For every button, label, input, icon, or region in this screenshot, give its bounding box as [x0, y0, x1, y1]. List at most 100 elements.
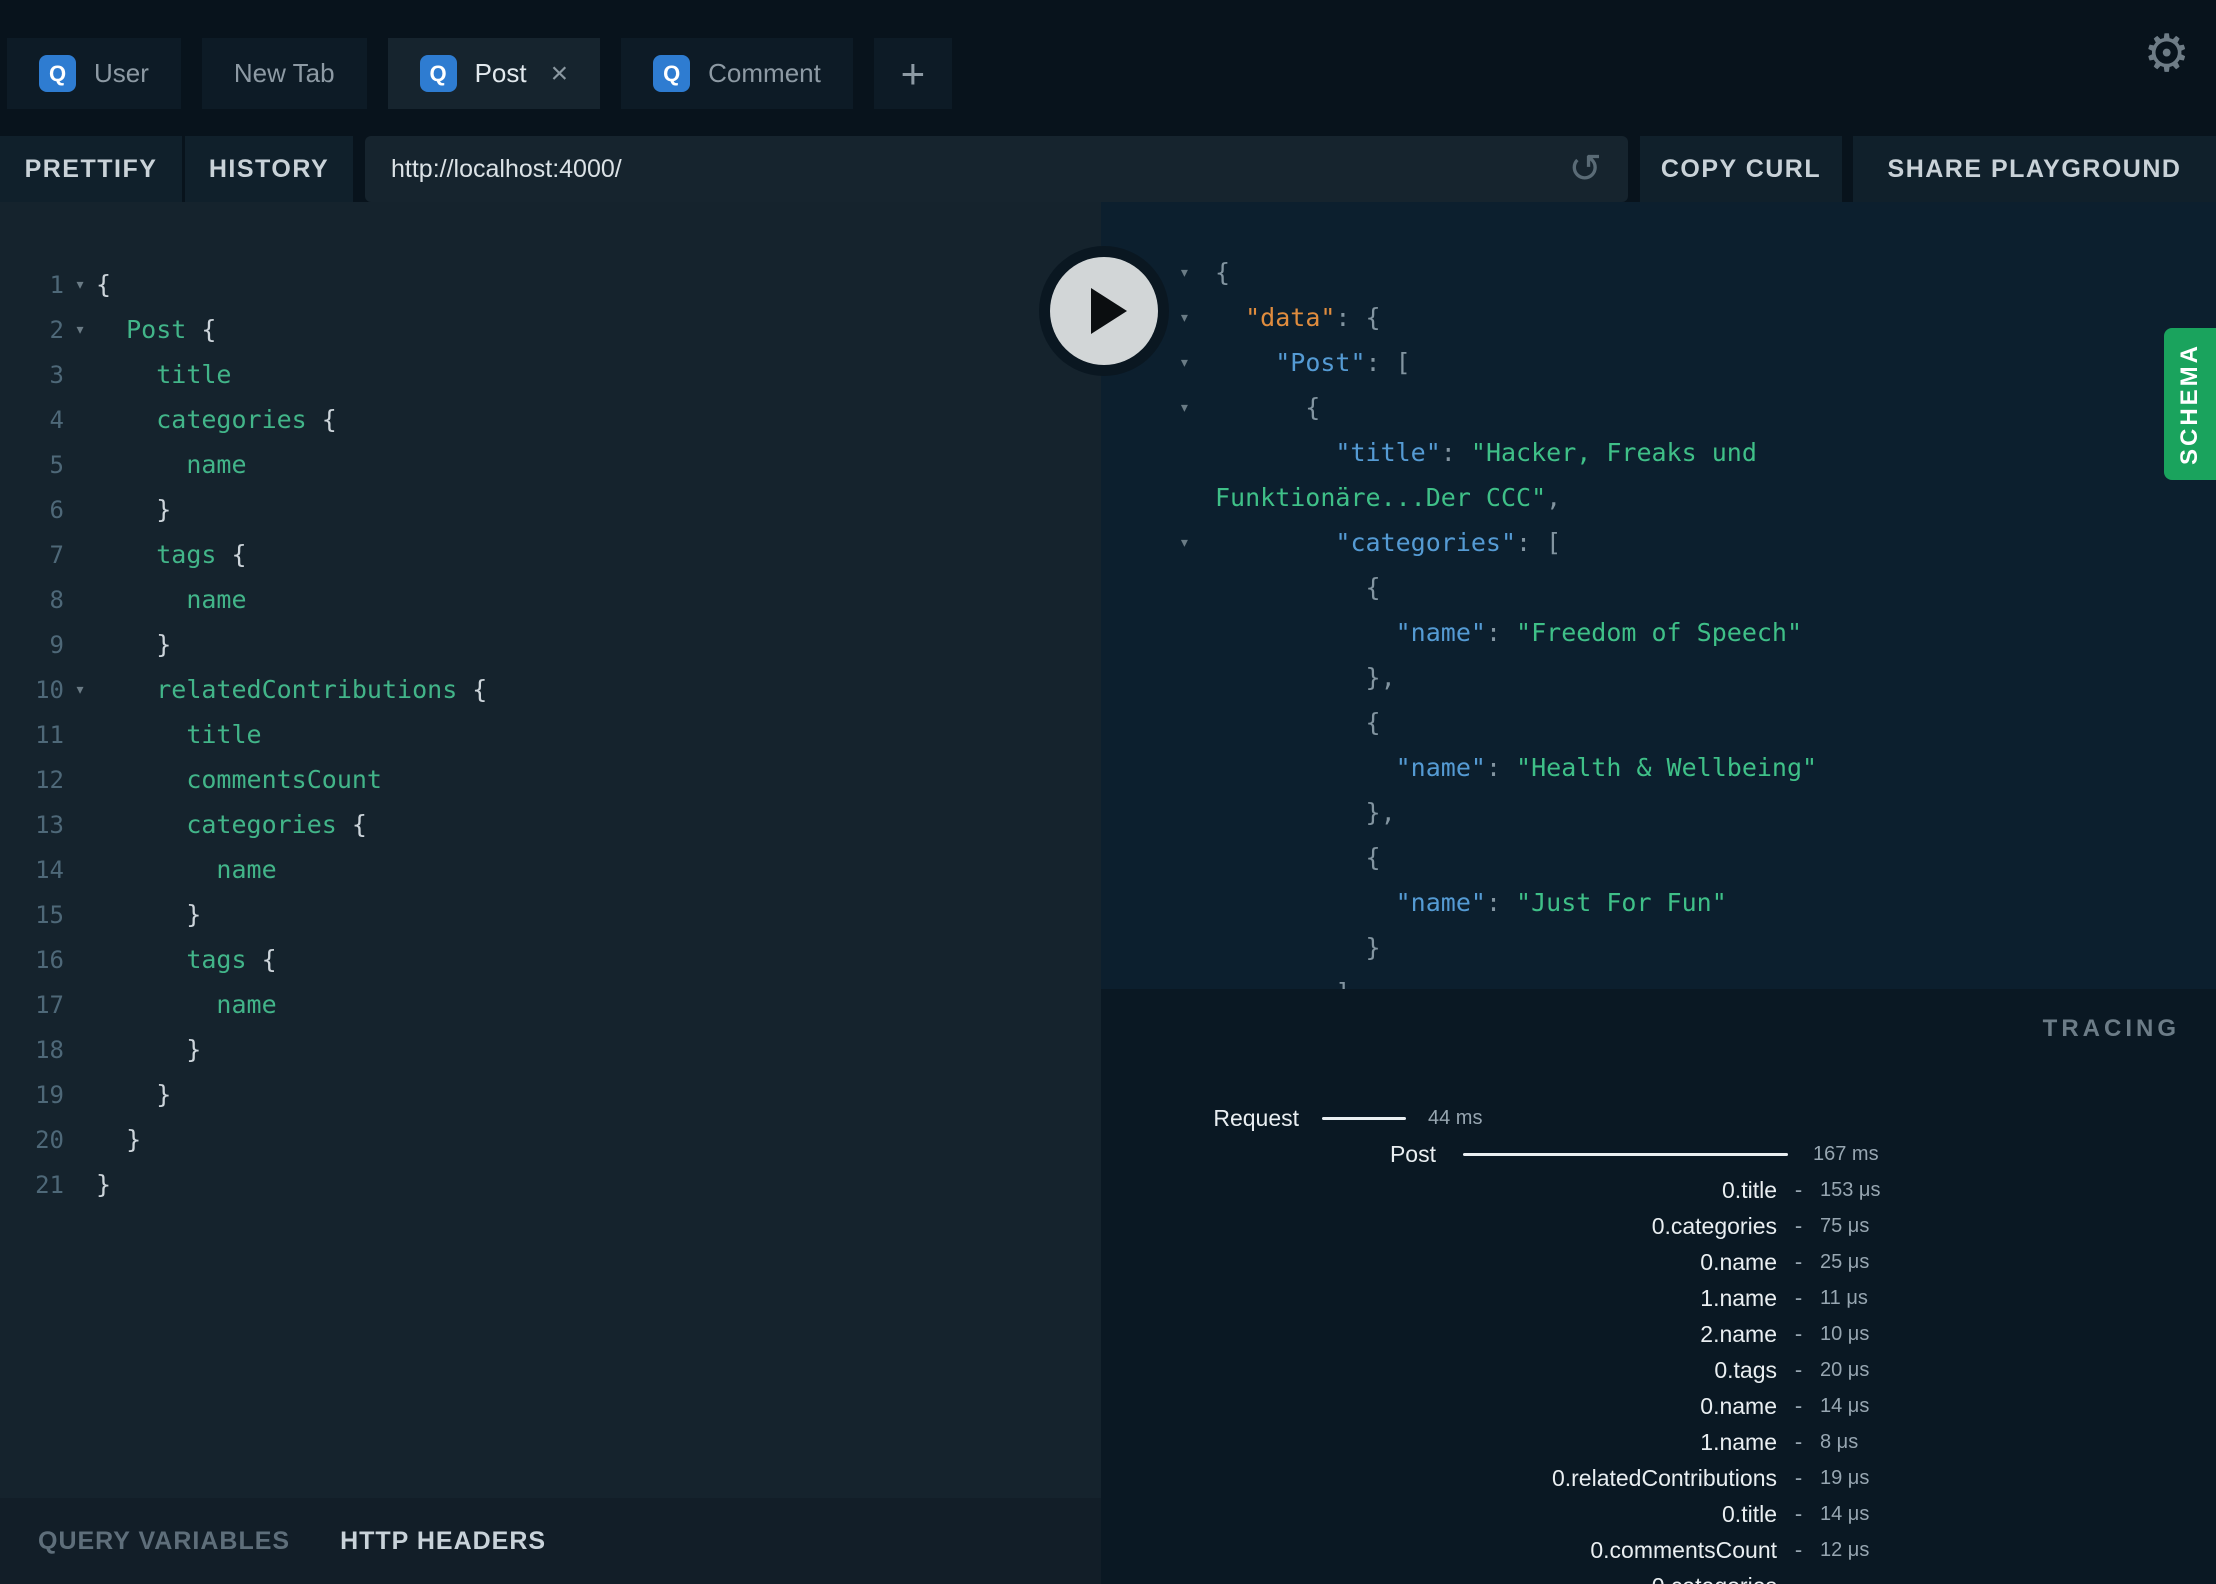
response-token: "name"	[1395, 753, 1486, 782]
query-token: title	[156, 360, 232, 389]
tracing-row: 0.name -25 μs	[1101, 1244, 2216, 1280]
query-variables-tab[interactable]: QUERY VARIABLES	[38, 1527, 290, 1556]
tracing-dash: -	[1794, 1357, 1803, 1382]
response-token: : [	[1516, 528, 1562, 557]
response-token: }	[1215, 933, 1381, 962]
http-headers-tab[interactable]: HTTP HEADERS	[340, 1527, 546, 1556]
fold-arrow-icon[interactable]: ▾	[1101, 532, 1215, 553]
response-code: ]	[1215, 978, 1350, 989]
tracing-duration: 20 μs	[1820, 1358, 1870, 1381]
response-token: {	[1215, 258, 1231, 287]
query-line: 12 commentsCount	[0, 757, 1101, 802]
query-code: commentsCount	[96, 765, 382, 794]
tab-user[interactable]: Q User	[7, 38, 181, 109]
response-line: "name": "Health & Wellbeing"	[1101, 745, 2216, 790]
response-code: "name": "Just For Fun"	[1215, 888, 1727, 917]
settings-gear-icon[interactable]: ⚙	[2143, 28, 2190, 80]
schema-tab-label: SCHEMA	[2176, 342, 2203, 465]
response-token: {	[1215, 708, 1381, 737]
query-badge: Q	[653, 55, 691, 92]
query-code: name	[96, 450, 246, 479]
tracing-bar	[1322, 1116, 1406, 1120]
response-line: }	[1101, 925, 2216, 970]
tracing-label: 1.name	[1700, 1428, 1777, 1455]
tracing-duration: 11 μs	[1820, 1286, 1868, 1309]
reload-icon[interactable]: ↺	[1568, 149, 1602, 189]
response-token: ]	[1215, 978, 1350, 989]
fold-arrow-icon[interactable]: ▾	[64, 319, 96, 340]
execute-button[interactable]	[1039, 246, 1169, 376]
response-code: {	[1215, 573, 1381, 602]
new-tab-button[interactable]: +	[873, 38, 952, 109]
response-line: ▾ "categories": [	[1101, 520, 2216, 565]
response-token: },	[1215, 663, 1396, 692]
response-line: "name": "Freedom of Speech"	[1101, 610, 2216, 655]
tracing-label: 0.relatedContributions	[1551, 1464, 1777, 1491]
response-token: "Freedom of Speech"	[1516, 618, 1803, 647]
query-code: categories {	[96, 810, 367, 839]
tab-post[interactable]: Q Post ×	[387, 38, 601, 109]
tracing-row: 0.categories -75 μs	[1101, 1208, 2216, 1244]
query-code: {	[96, 270, 111, 299]
url-text: http://localhost:4000/	[391, 154, 622, 183]
query-code: }	[96, 1035, 201, 1064]
history-button[interactable]: HISTORY	[185, 136, 353, 202]
query-token: name	[216, 855, 277, 884]
line-number: 11	[35, 720, 64, 749]
response-token: : {	[1335, 303, 1381, 332]
schema-tab[interactable]: SCHEMA	[2164, 328, 2216, 480]
tab-new-tab[interactable]: New Tab	[201, 38, 367, 109]
editor-bottom-bar: QUERY VARIABLES HTTP HEADERS	[0, 1498, 1101, 1584]
response-token: "Just For Fun"	[1516, 888, 1727, 917]
url-input[interactable]: http://localhost:4000/ ↺	[365, 136, 1628, 202]
query-badge: Q	[419, 55, 457, 92]
response-line: },	[1101, 790, 2216, 835]
query-line: 17 name	[0, 982, 1101, 1027]
tracing-label: 0.commentsCount	[1590, 1536, 1777, 1563]
tab-comment[interactable]: Q Comment	[621, 38, 853, 109]
prettify-button[interactable]: PRETTIFY	[0, 136, 182, 202]
query-token: {	[246, 945, 277, 974]
query-token	[96, 765, 186, 794]
response-code: },	[1215, 663, 1396, 692]
fold-arrow-icon[interactable]: ▾	[1101, 397, 1215, 418]
share-playground-button[interactable]: SHARE PLAYGROUND	[1853, 136, 2216, 202]
query-line: 18 }	[0, 1027, 1101, 1072]
tracing-dash: -	[1794, 1321, 1803, 1346]
tracing-row: 0.tags -20 μs	[1101, 1352, 2216, 1388]
response-viewer: ▾{▾ "data": {▾ "Post": [▾ { "title": "Ha…	[1101, 202, 2216, 989]
line-number: 13	[35, 810, 64, 839]
result-pane: ▾{▾ "data": {▾ "Post": [▾ { "title": "Ha…	[1101, 202, 2216, 1584]
line-number: 17	[35, 990, 64, 1019]
response-code: {	[1215, 258, 1230, 287]
response-token	[1215, 303, 1245, 332]
close-tab-icon[interactable]: ×	[551, 58, 569, 89]
copy-curl-button[interactable]: COPY CURL	[1640, 136, 1842, 202]
query-line: 20 }	[0, 1117, 1101, 1162]
query-editor[interactable]: 1 ▾{2 ▾ Post {3 title 4 categories {5 name 6…	[0, 202, 1101, 1498]
tracing-dash: -	[1794, 1213, 1803, 1238]
response-line: {	[1101, 565, 2216, 610]
response-token: "Hacker, Freaks und	[1470, 438, 1757, 467]
query-code: relatedContributions {	[96, 675, 487, 704]
tracing-row: 0.name -14 μs	[1101, 1388, 2216, 1424]
response-token: },	[1215, 798, 1396, 827]
fold-arrow-icon[interactable]: ▾	[64, 679, 96, 700]
query-token: {	[186, 315, 217, 344]
response-code: }	[1215, 933, 1381, 962]
query-line: 5 name	[0, 442, 1101, 487]
response-code: {	[1215, 393, 1320, 422]
query-line: 21}	[0, 1162, 1101, 1207]
tracing-label: 0.categories	[1101, 1573, 1777, 1584]
tracing-dash: -	[1794, 1177, 1803, 1202]
query-token: {	[216, 540, 247, 569]
line-number: 21	[35, 1170, 64, 1199]
tracing-bar	[1463, 1152, 1788, 1156]
fold-arrow-icon[interactable]: ▾	[64, 274, 96, 295]
response-token: {	[1215, 393, 1321, 422]
response-lines: ▾{▾ "data": {▾ "Post": [▾ { "title": "Ha…	[1101, 202, 2216, 989]
query-code: categories {	[96, 405, 337, 434]
query-line: 9 }	[0, 622, 1101, 667]
tracing-duration: 19 μs	[1820, 1466, 1870, 1489]
response-line: "title": "Hacker, Freaks und	[1101, 430, 2216, 475]
